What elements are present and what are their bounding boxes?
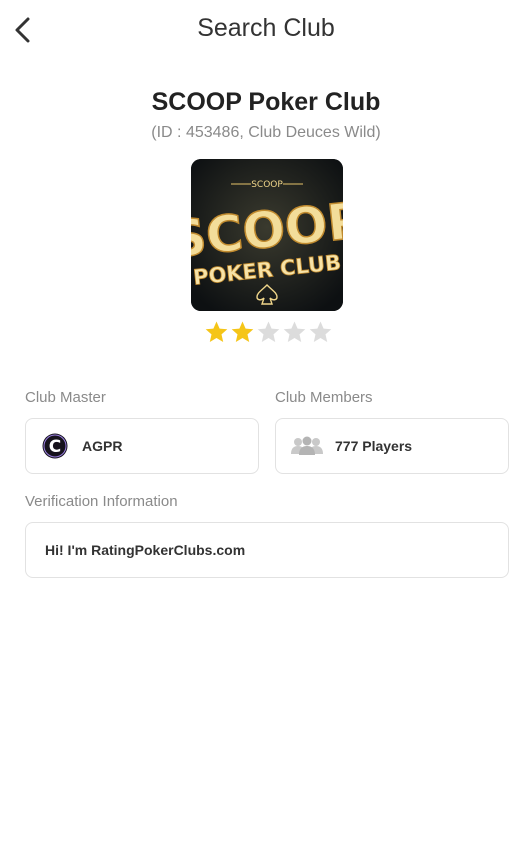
star-filled-icon [231,321,254,342]
club-name: SCOOP Poker Club [151,88,381,116]
rating-stars [204,320,333,346]
star-empty-icon [257,321,280,342]
star-empty-icon [309,321,332,342]
club-members-count: 777 Players [335,438,413,454]
header-bar: Search Club [0,0,532,60]
avatar-letter: C [49,437,61,457]
club-master-name: AGPR [82,438,123,454]
club-master-label: Club Master [25,389,106,406]
club-members-label: Club Members [275,389,373,406]
star-filled-icon [205,321,228,342]
club-members-card: 777 Players [275,418,509,474]
star-empty-icon [283,321,306,342]
avatar: C [42,433,68,459]
logo-small-text: SCOOP [251,180,283,190]
people-icon [291,436,323,455]
verification-text: Hi! I'm RatingPokerClubs.com [45,542,246,558]
club-logo: SCOOP SCOOP POKER CLUB [191,159,343,311]
club-id-subtitle: (ID : 453486, Club Deuces Wild) [151,124,381,141]
verification-label: Verification Information [25,493,178,510]
verification-card: Hi! I'm RatingPokerClubs.com [25,522,509,578]
club-master-card[interactable]: C AGPR [25,418,259,474]
page-title: Search Club [197,14,335,42]
